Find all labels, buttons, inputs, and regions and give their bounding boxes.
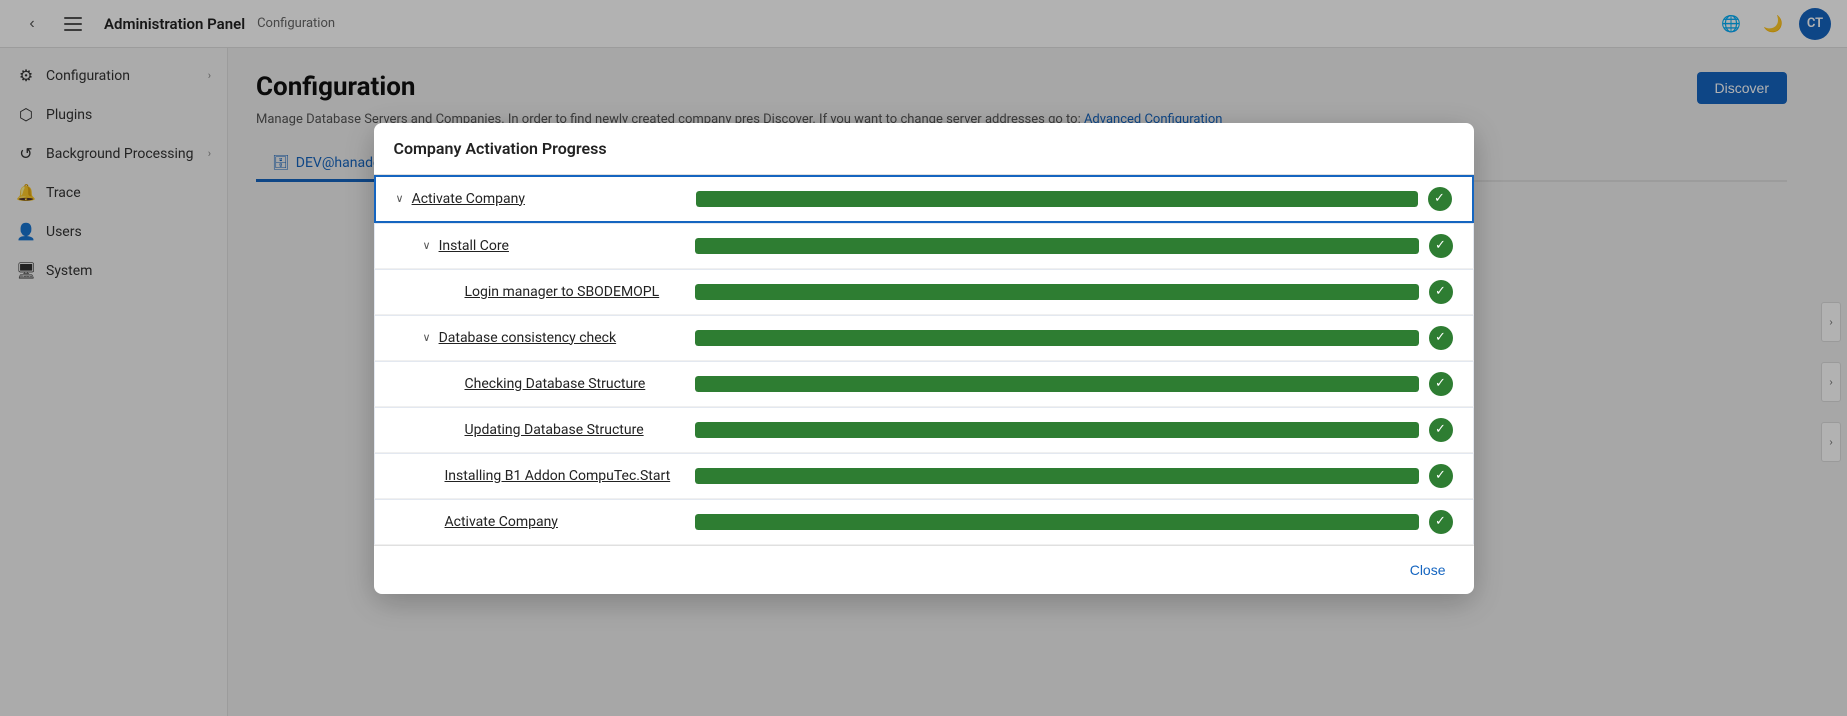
progress-bar-cell-activate-company-main: ✓	[696, 187, 1452, 211]
progress-label-cell-installing-addon: Installing B1 Addon CompuTec.Start	[395, 468, 695, 484]
chevron-install-core[interactable]: ∨	[423, 239, 431, 252]
progress-bar-cell-login-manager: ✓	[695, 280, 1453, 304]
progress-bar-fill-checking-db	[695, 376, 1419, 392]
progress-bar-fill-login-manager	[695, 284, 1419, 300]
check-icon-login-manager: ✓	[1429, 280, 1453, 304]
progress-bar-bg-installing-addon	[695, 468, 1419, 484]
label-activate-company-2[interactable]: Activate Company	[445, 514, 558, 530]
progress-bar-cell-checking-db: ✓	[695, 372, 1453, 396]
progress-bar-fill-db-consistency	[695, 330, 1419, 346]
modal-title: Company Activation Progress	[394, 139, 607, 158]
check-icon-activate-company-main: ✓	[1428, 187, 1452, 211]
progress-bar-fill-installing-addon	[695, 468, 1419, 484]
check-icon-updating-db: ✓	[1429, 418, 1453, 442]
modal-footer: Close	[374, 545, 1474, 594]
close-button[interactable]: Close	[1402, 558, 1454, 582]
progress-bar-fill-activate-company-main	[696, 191, 1418, 207]
progress-bar-bg-db-consistency	[695, 330, 1419, 346]
chevron-activate-company-main[interactable]: ∨	[396, 192, 404, 205]
progress-bar-cell-activate-company-2: ✓	[695, 510, 1453, 534]
progress-bar-bg-checking-db	[695, 376, 1419, 392]
progress-label-cell-db-consistency: ∨ Database consistency check	[395, 330, 695, 346]
progress-label-cell-install-core: ∨ Install Core	[395, 238, 695, 254]
modal-body: ∨Activate Company✓∨Install Core✓Login ma…	[374, 175, 1474, 545]
label-db-consistency[interactable]: Database consistency check	[439, 330, 617, 346]
chevron-db-consistency[interactable]: ∨	[423, 331, 431, 344]
progress-bar-cell-updating-db: ✓	[695, 418, 1453, 442]
progress-bar-bg-updating-db	[695, 422, 1419, 438]
label-install-core[interactable]: Install Core	[439, 238, 509, 254]
check-icon-installing-addon: ✓	[1429, 464, 1453, 488]
progress-bar-bg-activate-company-2	[695, 514, 1419, 530]
progress-label-cell-login-manager: Login manager to SBODEMOPL	[395, 284, 695, 300]
progress-row-install-core: ∨ Install Core ✓	[374, 223, 1474, 269]
label-checking-db[interactable]: Checking Database Structure	[465, 376, 646, 392]
modal-header: Company Activation Progress	[374, 123, 1474, 175]
progress-label-cell-activate-company-main: ∨ Activate Company	[396, 191, 696, 207]
progress-row-updating-db: Updating Database Structure ✓	[374, 407, 1474, 453]
label-updating-db[interactable]: Updating Database Structure	[465, 422, 644, 438]
progress-bar-bg-login-manager	[695, 284, 1419, 300]
progress-row-activate-company-main: ∨ Activate Company ✓	[374, 175, 1474, 223]
progress-row-installing-addon: Installing B1 Addon CompuTec.Start ✓	[374, 453, 1474, 499]
progress-row-activate-company-2: Activate Company ✓	[374, 499, 1474, 545]
progress-row-checking-db: Checking Database Structure ✓	[374, 361, 1474, 407]
check-icon-install-core: ✓	[1429, 234, 1453, 258]
label-activate-company-main[interactable]: Activate Company	[412, 191, 525, 207]
label-login-manager[interactable]: Login manager to SBODEMOPL	[465, 284, 660, 300]
check-icon-db-consistency: ✓	[1429, 326, 1453, 350]
progress-bar-cell-installing-addon: ✓	[695, 464, 1453, 488]
progress-bar-fill-updating-db	[695, 422, 1419, 438]
progress-row-login-manager: Login manager to SBODEMOPL ✓	[374, 269, 1474, 315]
progress-bar-bg-install-core	[695, 238, 1419, 254]
activation-progress-modal: Company Activation Progress ∨ Activate Co…	[374, 123, 1474, 594]
progress-bar-fill-install-core	[695, 238, 1419, 254]
label-installing-addon[interactable]: Installing B1 Addon CompuTec.Start	[445, 468, 671, 484]
progress-bar-cell-db-consistency: ✓	[695, 326, 1453, 350]
modal-overlay: Company Activation Progress ∨ Activate Co…	[0, 0, 1847, 716]
progress-bar-bg-activate-company-main	[696, 191, 1418, 207]
progress-bar-cell-install-core: ✓	[695, 234, 1453, 258]
check-icon-checking-db: ✓	[1429, 372, 1453, 396]
progress-row-db-consistency: ∨ Database consistency check ✓	[374, 315, 1474, 361]
progress-label-cell-updating-db: Updating Database Structure	[395, 422, 695, 438]
progress-label-cell-checking-db: Checking Database Structure	[395, 376, 695, 392]
progress-bar-fill-activate-company-2	[695, 514, 1419, 530]
check-icon-activate-company-2: ✓	[1429, 510, 1453, 534]
progress-label-cell-activate-company-2: Activate Company	[395, 514, 695, 530]
